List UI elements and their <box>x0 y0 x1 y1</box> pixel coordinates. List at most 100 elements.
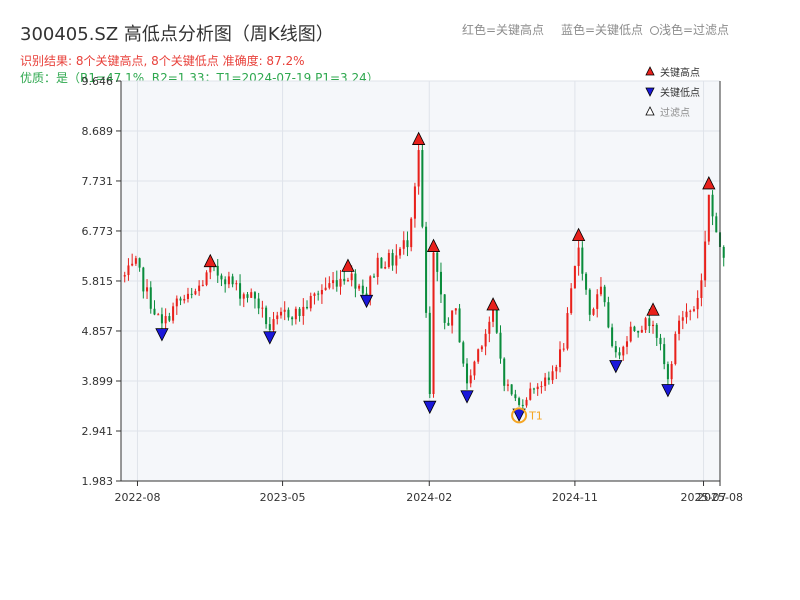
candle-body <box>592 308 595 315</box>
candle-body <box>365 293 368 295</box>
candle-body <box>462 342 465 364</box>
candle-body <box>149 287 152 309</box>
candle-body <box>291 317 294 320</box>
candle-body <box>451 310 454 326</box>
candle-body <box>596 294 599 309</box>
candle-body <box>722 246 725 258</box>
candle-body <box>421 150 424 227</box>
candle-body <box>689 310 692 312</box>
candle-body <box>160 314 163 324</box>
candle-body <box>603 286 606 303</box>
candle-body <box>153 308 156 315</box>
candle-body <box>674 333 677 365</box>
candle-body <box>279 311 283 316</box>
candle-body <box>406 240 409 248</box>
candle-body <box>570 288 573 314</box>
candle-body <box>317 293 320 295</box>
candle-body <box>250 292 253 298</box>
candle-body <box>354 273 357 289</box>
candle-body <box>138 258 141 268</box>
candle-body <box>253 292 256 299</box>
candle-body <box>558 349 562 368</box>
candle-body <box>555 367 558 372</box>
candle-body <box>350 273 353 281</box>
candle-body <box>175 298 178 307</box>
candle-body <box>168 316 171 321</box>
candle-body <box>663 344 666 365</box>
candle-body <box>239 283 242 299</box>
candle-body <box>629 326 632 342</box>
candle-body <box>510 384 513 395</box>
candle-body <box>134 258 137 264</box>
candle-body <box>625 341 629 347</box>
candle-body <box>488 321 491 334</box>
candle-body <box>335 280 338 287</box>
candle-body <box>376 257 379 277</box>
candle-body <box>525 399 528 406</box>
candle-body <box>324 287 327 290</box>
candle-body <box>532 388 535 390</box>
candle-body <box>640 329 643 333</box>
candle-body <box>573 266 576 289</box>
candle-body <box>399 248 402 256</box>
candle-body <box>402 240 405 249</box>
candle-body <box>551 371 554 381</box>
candle-body <box>198 285 201 292</box>
candle-body <box>477 349 480 362</box>
candle-body <box>529 388 532 400</box>
candle-body <box>506 384 509 386</box>
candle-body <box>183 298 186 301</box>
y-tick-label: 2.941 <box>82 425 114 438</box>
candle-body <box>261 307 264 309</box>
candle-body <box>666 364 669 380</box>
candle-body <box>205 272 208 285</box>
candle-body <box>328 283 331 288</box>
candle-body <box>607 302 610 328</box>
y-tick-label: 4.857 <box>82 325 114 338</box>
candle-body <box>127 265 130 276</box>
candle-body <box>518 398 521 405</box>
candle-body <box>715 216 718 233</box>
candle-body <box>164 316 167 324</box>
candle-body <box>346 280 349 282</box>
candle-body <box>633 326 636 331</box>
candle-body <box>268 324 271 331</box>
legend-label-high: 关键高点 <box>660 66 700 79</box>
candle-body <box>443 294 446 323</box>
candle-body <box>432 252 435 395</box>
candle-body <box>536 386 539 390</box>
y-tick-label: 9.646 <box>82 75 114 88</box>
candle-body <box>700 280 703 298</box>
legend-label-filtered: 过滤点 <box>660 106 690 119</box>
candle-body <box>692 309 695 311</box>
candle-body <box>521 404 524 406</box>
candle-body <box>428 312 431 395</box>
candle-body <box>157 314 160 316</box>
candle-body <box>644 318 647 330</box>
candle-body <box>123 275 126 277</box>
candle-body <box>395 255 398 266</box>
candle-body <box>439 271 442 295</box>
candle-body <box>495 307 498 333</box>
candle-body <box>294 308 297 320</box>
legend-marker-high <box>645 66 655 76</box>
candle-body <box>547 377 550 381</box>
candle-body <box>577 247 580 267</box>
candle-body <box>618 352 621 356</box>
candle-body <box>298 308 301 316</box>
candle-body <box>655 324 658 338</box>
candle-body <box>384 267 387 269</box>
candle-body <box>469 375 472 384</box>
candle-body <box>588 289 591 315</box>
candle-body <box>246 294 249 298</box>
y-tick-label: 5.815 <box>82 275 114 288</box>
candle-body <box>320 289 323 295</box>
candle-body <box>235 283 238 285</box>
candle-body <box>622 346 625 356</box>
candle-body <box>458 308 461 343</box>
candle-body <box>242 294 245 299</box>
candle-body <box>685 311 688 318</box>
candlestick-chart: T1 1.983 2.941 3.899 4.857 5.815 6.773 7.731 8.… <box>82 66 743 504</box>
candle-body <box>637 330 640 333</box>
candle-body <box>332 280 335 284</box>
